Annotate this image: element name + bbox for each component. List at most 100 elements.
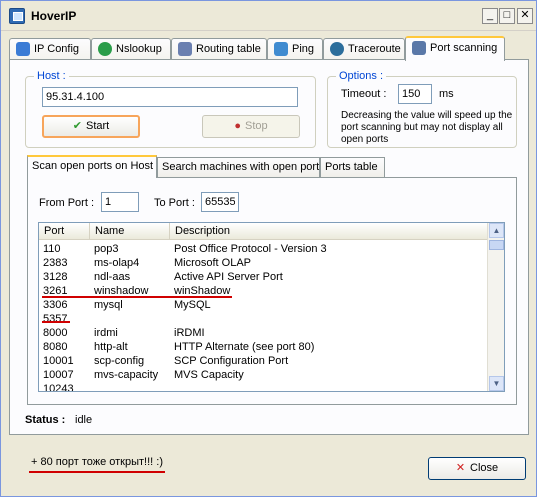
scroll-thumb[interactable] <box>489 240 504 250</box>
subtab-ports-table[interactable]: Ports table <box>320 157 385 177</box>
tab-traceroute[interactable]: Traceroute <box>323 38 405 60</box>
tab-label: Nslookup <box>116 43 162 55</box>
cell-description: Post Office Protocol - Version 3 <box>174 243 327 255</box>
close-x-icon: ✕ <box>455 462 466 474</box>
cell-port: 2383 <box>43 257 68 269</box>
status-value: idle <box>75 414 93 426</box>
timeout-label: Timeout : <box>341 88 387 100</box>
cell-port: 8080 <box>43 341 68 353</box>
status-label: Status : <box>25 414 66 426</box>
window-title: HoverIP <box>31 9 77 23</box>
host-input[interactable] <box>42 87 298 107</box>
cell-name: irdmi <box>94 327 118 339</box>
table-row[interactable]: 10007 mvs-capacity MVS Capacity <box>39 368 485 382</box>
tab-label: IP Config <box>34 43 80 55</box>
list-scrollbar[interactable]: ▲ ▼ <box>487 223 504 391</box>
main-tabs: IP Config Nslookup Routing table Ping Tr… <box>9 36 529 61</box>
cell-port: 3306 <box>43 299 68 311</box>
port-scanning-icon <box>412 41 426 55</box>
close-button-label: Close <box>470 462 499 474</box>
cell-description: MVS Capacity <box>174 369 244 381</box>
timeout-note: Decreasing the value will speed up the p… <box>341 110 513 145</box>
options-group: Options : Timeout : ms Decreasing the va… <box>327 70 517 148</box>
open-ports-list[interactable]: Port Name Description 110 pop3 Post Office… <box>38 222 505 392</box>
table-row[interactable]: 110 pop3 Post Office Protocol - Version 3 <box>39 242 485 256</box>
globe-icon <box>98 42 112 56</box>
minimize-button[interactable]: _ <box>482 8 498 24</box>
tab-nslookup[interactable]: Nslookup <box>91 38 171 60</box>
table-row[interactable]: 5357 <box>39 312 485 326</box>
scroll-down-button[interactable]: ▼ <box>489 376 504 391</box>
table-row[interactable]: 8080 http-alt HTTP Alternate (see port 80) <box>39 340 485 354</box>
cell-name: scp-config <box>94 355 145 367</box>
cell-description: HTTP Alternate (see port 80) <box>174 341 315 353</box>
maximize-button[interactable]: □ <box>499 8 515 24</box>
to-port-label: To Port : <box>154 197 195 209</box>
cell-port: 8000 <box>43 327 68 339</box>
annotation-underline-10243 <box>42 391 74 392</box>
routing-icon <box>178 42 192 56</box>
ping-icon <box>274 42 288 56</box>
cell-port: 5357 <box>43 313 68 325</box>
from-port-input[interactable] <box>101 192 139 212</box>
checkmark-icon: ✔ <box>72 120 82 132</box>
tab-label: Ping <box>292 43 315 55</box>
scan-subtabs: Scan open ports on Host Search machines … <box>27 155 507 179</box>
cell-name: ms-olap4 <box>94 257 140 269</box>
table-row[interactable]: 10243 <box>39 382 485 391</box>
host-group: Host : ✔Start ● Stop <box>25 70 316 148</box>
column-port[interactable]: Port <box>39 223 90 240</box>
tab-routing-table[interactable]: Routing table <box>171 38 267 60</box>
table-row[interactable]: 2383 ms-olap4 Microsoft OLAP <box>39 256 485 270</box>
table-row[interactable]: 10001 scp-config SCP Configuration Port <box>39 354 485 368</box>
close-window-button[interactable]: ✕ <box>517 8 533 24</box>
column-description[interactable]: Description <box>170 223 488 240</box>
title-bar[interactable]: HoverIP _ □ ✕ <box>1 1 536 31</box>
annotation-note: + 80 порт тоже открыт!!! :) <box>31 456 163 468</box>
cell-name: http-alt <box>94 341 128 353</box>
to-port-input[interactable] <box>201 192 239 212</box>
table-row[interactable]: 3306 mysql MySQL <box>39 298 485 312</box>
cell-description: iRDMI <box>174 327 205 339</box>
cell-port: 3128 <box>43 271 68 283</box>
timeout-unit: ms <box>439 88 454 100</box>
stop-button[interactable]: ● Stop <box>202 115 300 138</box>
cell-port: 110 <box>43 243 61 255</box>
network-adapter-icon <box>16 42 30 56</box>
tab-label: Port scanning <box>430 42 498 54</box>
app-window: HoverIP _ □ ✕ IP Config Nslookup Routing… <box>0 0 537 497</box>
close-button[interactable]: ✕ Close <box>428 457 526 480</box>
column-name[interactable]: Name <box>90 223 170 240</box>
annotation-underline-3261 <box>42 296 232 298</box>
list-header: Port Name Description <box>39 223 504 240</box>
scan-open-ports-panel: From Port : To Port : Port Name Descript… <box>27 177 517 405</box>
cell-name: mvs-capacity <box>94 369 159 381</box>
tab-label: Routing table <box>196 43 261 55</box>
timeout-input[interactable] <box>398 84 432 104</box>
subtab-scan-open-ports[interactable]: Scan open ports on Host <box>27 155 157 178</box>
tab-ip-config[interactable]: IP Config <box>9 38 91 60</box>
cell-name: mysql <box>94 299 123 311</box>
tab-ping[interactable]: Ping <box>267 38 323 60</box>
table-row[interactable]: 3128 ndl-aas Active API Server Port <box>39 270 485 284</box>
annotation-underline-5357 <box>42 321 70 323</box>
traceroute-icon <box>330 42 344 56</box>
port-scanning-panel: Host : ✔Start ● Stop Options : Timeout : … <box>9 59 529 435</box>
options-group-title: Options : <box>336 70 387 82</box>
tab-port-scanning[interactable]: Port scanning <box>405 36 505 61</box>
cell-description: SCP Configuration Port <box>174 355 289 367</box>
subtab-search-machines[interactable]: Search machines with open port <box>157 157 320 177</box>
host-group-title: Host : <box>34 70 69 82</box>
cell-name: ndl-aas <box>94 271 131 283</box>
hoverip-app-icon <box>9 8 25 24</box>
table-row[interactable]: 8000 irdmi iRDMI <box>39 326 485 340</box>
scroll-up-button[interactable]: ▲ <box>489 223 504 238</box>
from-port-label: From Port : <box>39 197 95 209</box>
tab-label: Traceroute <box>348 43 401 55</box>
annotation-underline-note <box>29 471 165 473</box>
cell-description: Microsoft OLAP <box>174 257 252 269</box>
cell-name: pop3 <box>94 243 119 255</box>
cell-description: MySQL <box>174 299 211 311</box>
start-button[interactable]: ✔ Start <box>42 115 140 138</box>
cell-description: Active API Server Port <box>174 271 283 283</box>
